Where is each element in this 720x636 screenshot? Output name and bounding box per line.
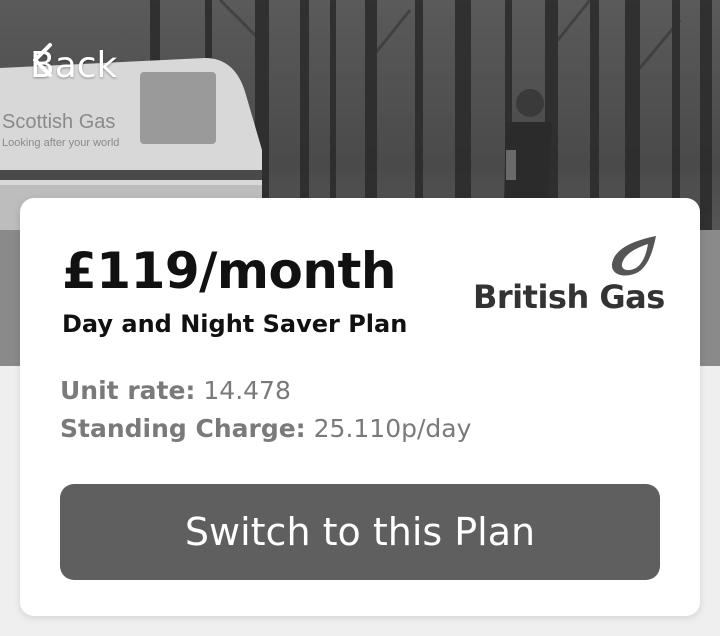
rates-section: Unit rate: 14.478 Standing Charge: 25.11… [60, 372, 471, 448]
unit-rate-value: 14.478 [203, 376, 291, 405]
standing-charge: Standing Charge: 25.110p/day [60, 410, 471, 448]
van-text-line2: Looking after your world [2, 137, 119, 149]
unit-rate-label: Unit rate: [60, 376, 196, 405]
plan-card: £119/month Day and Night Saver Plan Brit… [20, 198, 700, 616]
switch-plan-button[interactable]: Switch to this Plan [60, 484, 660, 580]
standing-charge-label: Standing Charge: [60, 414, 306, 443]
plan-name: Day and Night Saver Plan [62, 310, 408, 338]
back-button[interactable]: Back [30, 42, 117, 88]
chevron-left-icon [33, 43, 52, 77]
plan-price: £119/month [62, 242, 396, 300]
flame-icon [611, 236, 656, 276]
provider-logo: British Gas [470, 234, 670, 324]
van-text-line1: Scottish Gas [2, 111, 115, 133]
provider-name: British Gas [473, 278, 665, 316]
unit-rate: Unit rate: 14.478 [60, 372, 471, 410]
standing-charge-value: 25.110p/day [313, 414, 472, 443]
